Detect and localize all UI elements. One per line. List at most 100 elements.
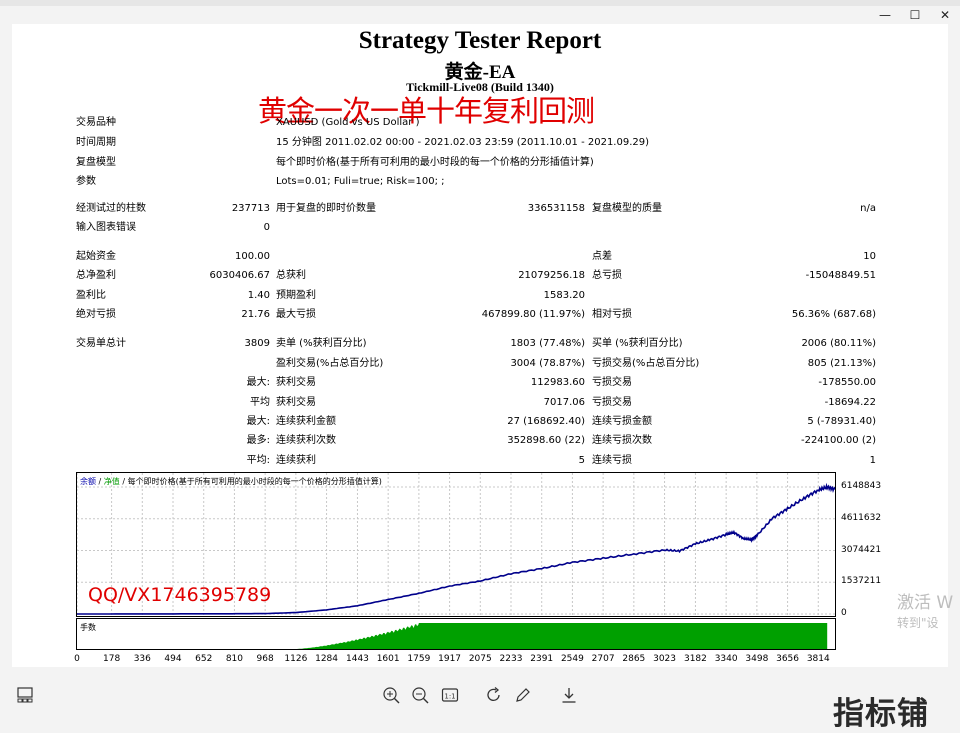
gross-loss-value: -15048849.51 <box>805 270 876 281</box>
x-tick-label: 2707 <box>591 654 615 664</box>
y-tick-label: 6148843 <box>841 481 882 491</box>
volume-chart-svg <box>295 623 828 649</box>
errors-label: 输入图表错误 <box>76 222 136 233</box>
average-profit-value: 7017.06 <box>543 397 585 408</box>
avg-consec-profit-value: 5 <box>578 455 585 466</box>
spread-value: 10 <box>863 251 876 262</box>
gross-profit-value: 21079256.18 <box>518 270 585 281</box>
legend-equity: 净值 <box>103 477 120 486</box>
bars-tested-value: 237713 <box>231 203 270 214</box>
avg-consec-label: 平均: <box>246 455 270 466</box>
x-tick-label: 0 <box>74 654 80 664</box>
params-value: Lots=0.01; Fuli=true; Risk=100; ; <box>276 176 445 187</box>
viewer-toolbar: 1:1 <box>0 676 960 716</box>
x-tick-label: 1601 <box>376 654 400 664</box>
profit-factor-value: 1.40 <box>247 290 270 301</box>
rotate-icon[interactable] <box>483 684 505 706</box>
volume-area <box>295 623 828 649</box>
avg-consec-profit-label: 连续获利 <box>276 455 316 466</box>
profit-trades-label: 盈利交易(%占总百分比) <box>276 358 384 369</box>
y-tick-label: 0 <box>841 608 847 618</box>
edit-icon[interactable] <box>512 684 534 706</box>
expected-payoff-label: 预期盈利 <box>276 290 316 301</box>
svg-text:1:1: 1:1 <box>444 693 455 701</box>
x-tick-label: 1759 <box>407 654 431 664</box>
x-tick-label: 3340 <box>714 654 738 664</box>
avg-consec-loss-label: 连续亏损 <box>592 455 632 466</box>
max-consec-profit-value: 27 (168692.40) <box>507 416 585 427</box>
abs-drawdown-label: 绝对亏损 <box>76 309 116 320</box>
zoom-out-icon[interactable] <box>409 684 431 706</box>
volume-chart: 手数 <box>76 618 836 650</box>
x-tick-label: 2075 <box>468 654 492 664</box>
x-tick-label: 3814 <box>806 654 830 664</box>
x-tick-label: 3498 <box>745 654 769 664</box>
volume-label: 手数 <box>80 623 96 632</box>
max-consec-amt-profit-label: 连续获利次数 <box>276 435 336 446</box>
largest-profit-value: 112983.60 <box>530 377 585 388</box>
x-tick-label: 652 <box>195 654 213 664</box>
legend-separator-2: / <box>122 477 126 486</box>
max-drawdown-value: 467899.80 (11.97%) <box>481 309 585 320</box>
x-tick-label: 1284 <box>315 654 338 664</box>
expected-payoff-value: 1583.20 <box>543 290 585 301</box>
total-trades-value: 3809 <box>244 338 270 349</box>
symbol-value: XAUUSD (Gold vs US Dollar ) <box>276 117 420 128</box>
period-value: 15 分钟图 2011.02.02 00:00 - 2021.02.03 23:… <box>276 137 650 148</box>
filmstrip-icon[interactable] <box>14 684 36 706</box>
deposit-value: 100.00 <box>235 251 270 262</box>
params-label: 参数 <box>76 176 96 187</box>
x-tick-label: 494 <box>164 654 182 664</box>
loss-trades-value: 805 (21.13%) <box>807 358 876 369</box>
largest-label: 最大: <box>246 377 270 388</box>
report-page: Strategy Tester Report 黄金-EA Tickmill-Li… <box>12 24 948 667</box>
short-label: 卖单 (%获利百分比) <box>276 338 367 349</box>
max-consec-profit-label: 连续获利金额 <box>276 416 336 427</box>
report-title: Strategy Tester Report <box>358 27 602 54</box>
rel-drawdown-value: 56.36% (687.68) <box>791 309 876 320</box>
loss-trades-label: 亏损交易(%占总百分比) <box>592 358 700 369</box>
period-label: 时间周期 <box>76 137 116 148</box>
y-tick-label: 1537211 <box>841 576 882 587</box>
max-consec-amt-profit-value: 352898.60 (22) <box>507 435 585 446</box>
max-consec-amt-loss-value: -224100.00 (2) <box>800 435 876 446</box>
x-tick-label: 178 <box>103 654 121 664</box>
rel-drawdown-label: 相对亏损 <box>592 309 632 320</box>
max-consec-loss-value: 5 (-78931.40) <box>807 416 876 427</box>
x-tick-label: 2233 <box>499 654 523 664</box>
y-tick-label: 3074421 <box>841 544 882 555</box>
max-drawdown-label: 最大亏损 <box>276 309 316 320</box>
average-profit-label: 获利交易 <box>276 397 316 408</box>
image-viewer-window: — ☐ ✕ Strategy Tester Report 黄金-EA Tickm… <box>0 0 960 732</box>
profit-trades-value: 3004 (78.87%) <box>510 358 585 369</box>
total-trades-label: 交易单总计 <box>76 338 126 349</box>
quality-label: 复盘模型的质量 <box>592 203 662 214</box>
x-tick-label: 2391 <box>530 654 554 664</box>
abs-drawdown-value: 21.76 <box>241 309 270 320</box>
average-loss-value: -18694.22 <box>824 397 876 408</box>
activation-watermark-2: 转到"设 <box>897 616 939 630</box>
x-tick-label: 2549 <box>560 654 584 664</box>
net-profit-value: 6030406.67 <box>209 270 270 281</box>
ticks-label: 用于复盘的即时价数量 <box>276 203 376 214</box>
max-consec-amt-loss-label: 连续亏损次数 <box>592 435 652 446</box>
model-value: 每个即时价格(基于所有可利用的最小时段的每一个价格的分形插值计算) <box>276 157 594 168</box>
x-tick-label: 1126 <box>284 654 308 664</box>
largest-loss-value: -178550.00 <box>818 377 876 388</box>
long-label: 买单 (%获利百分比) <box>592 338 683 349</box>
quality-value: n/a <box>860 203 876 214</box>
net-profit-label: 总净盈利 <box>76 270 116 281</box>
actual-size-icon[interactable]: 1:1 <box>439 684 461 706</box>
short-value: 1803 (77.48%) <box>510 338 585 349</box>
save-icon[interactable] <box>558 684 580 706</box>
average-loss-label: 亏损交易 <box>592 397 632 408</box>
legend-separator-1: / <box>98 477 102 486</box>
x-tick-label: 3656 <box>776 654 800 664</box>
profit-factor-label: 盈利比 <box>76 290 106 301</box>
zoom-in-icon[interactable] <box>380 684 402 706</box>
activation-watermark-1: 激活 W <box>897 593 954 613</box>
spread-label: 点差 <box>592 251 612 262</box>
symbol-label: 交易品种 <box>76 117 116 128</box>
bars-tested-label: 经测试过的柱数 <box>76 203 146 214</box>
x-tick-label: 2865 <box>622 654 646 664</box>
